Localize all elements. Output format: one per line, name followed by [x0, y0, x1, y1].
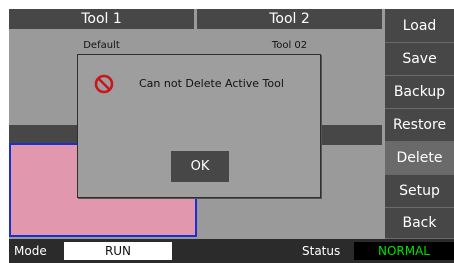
tool-tile-header: Tool 1 [9, 9, 194, 29]
restore-button[interactable]: Restore [385, 109, 454, 142]
backup-button[interactable]: Backup [385, 76, 454, 109]
delete-button[interactable]: Delete [385, 142, 454, 175]
status-value: NORMAL [354, 242, 454, 260]
error-dialog: Can not Delete Active Tool OK [77, 54, 321, 198]
ok-button[interactable]: OK [171, 151, 229, 182]
tool-name: Tool 02 [271, 40, 308, 51]
load-button[interactable]: Load [385, 9, 454, 43]
mode-label: Mode [14, 244, 47, 258]
tool-name: Default [83, 40, 120, 51]
status-bar: Mode RUN Status NORMAL [9, 239, 454, 263]
back-button[interactable]: Back [385, 208, 454, 239]
save-button[interactable]: Save [385, 43, 454, 76]
prohibited-icon [94, 74, 114, 94]
tool-tile-header: Tool 2 [197, 9, 382, 29]
status-label: Status [302, 244, 341, 258]
dialog-message: Can not Delete Active Tool [139, 77, 284, 90]
mode-value: RUN [64, 242, 172, 260]
setup-button[interactable]: Setup [385, 175, 454, 208]
tool-manager-screen: Tool 1 Default Tool 2 Tool 02 4 Load Sav… [9, 9, 454, 263]
